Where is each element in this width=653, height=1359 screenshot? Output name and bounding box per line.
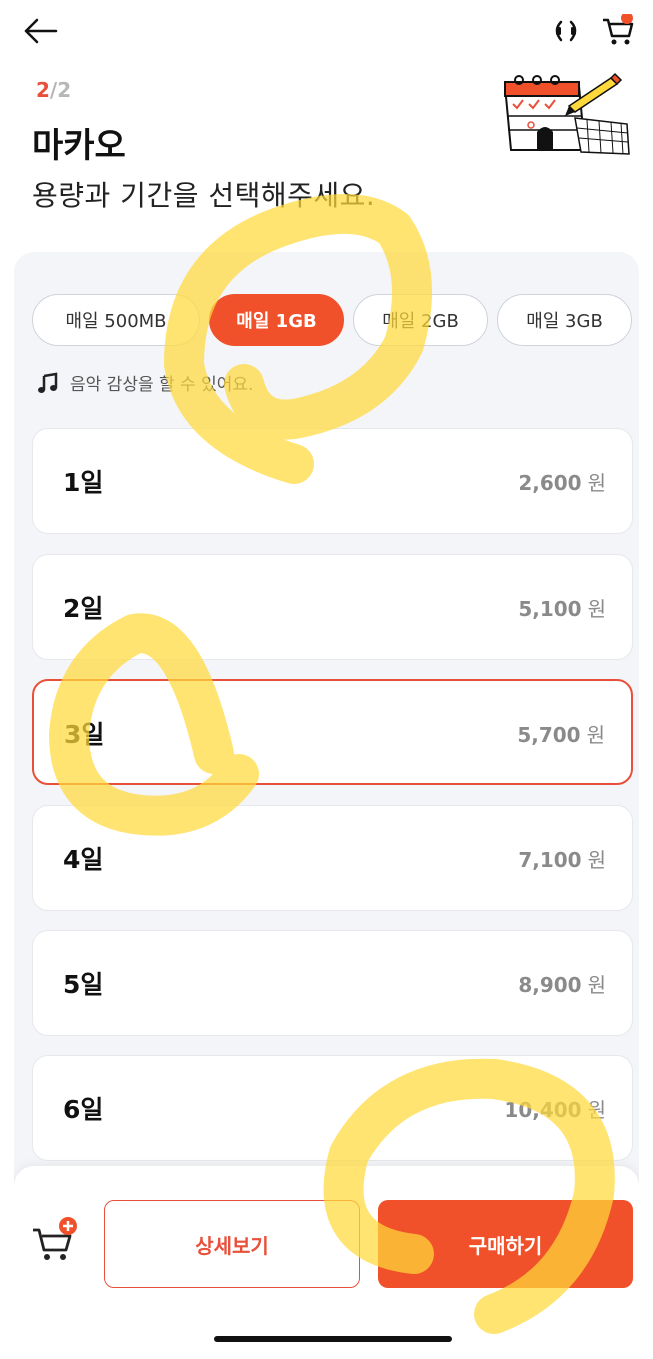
plan-chips: 매일 500MB 매일 1GB 매일 2GB 매일 3GB — [32, 294, 632, 346]
duration-row-3[interactable]: 3일 5,700 원 — [32, 679, 633, 785]
app-screen: 2/2 마카오 용량과 기간을 선택해주세요. 매일 500MB 매일 1GB … — [14, 14, 639, 1345]
price-unit: 원 — [586, 723, 605, 747]
home-indicator — [214, 1336, 452, 1342]
duration-price: 2,600 원 — [518, 467, 606, 496]
plan-note: 음악 감상을 할 수 있어요. — [36, 370, 253, 395]
price-unit: 원 — [587, 471, 606, 495]
duration-price: 7,100 원 — [518, 844, 606, 873]
step-indicator: 2/2 — [36, 78, 71, 102]
duration-day: 2일 — [63, 594, 104, 623]
calendar-pencil-illustration — [503, 72, 630, 155]
duration-day: 3일 — [64, 720, 105, 749]
cart-button[interactable] — [601, 14, 635, 48]
chip-500mb[interactable]: 매일 500MB — [32, 294, 200, 346]
sound-icon — [555, 20, 577, 42]
price-value: 7,100 — [518, 848, 582, 872]
top-bar — [14, 14, 639, 54]
price-unit: 원 — [587, 597, 606, 621]
add-to-cart-button[interactable] — [30, 1216, 78, 1264]
duration-row-5[interactable]: 5일 8,900 원 — [32, 930, 633, 1036]
duration-price: 8,900 원 — [518, 969, 606, 998]
duration-row-6[interactable]: 6일 10,400 원 — [32, 1055, 633, 1161]
page-title: 마카오 — [32, 126, 126, 166]
back-button[interactable] — [20, 16, 60, 46]
chip-1gb[interactable]: 매일 1GB — [209, 294, 344, 346]
step-current: 2 — [36, 78, 50, 102]
duration-day: 1일 — [63, 468, 104, 497]
duration-row-1[interactable]: 1일 2,600 원 — [32, 428, 633, 534]
duration-day: 5일 — [63, 970, 104, 999]
cart-add-icon — [33, 1217, 77, 1260]
duration-row-4[interactable]: 4일 7,100 원 — [32, 805, 633, 911]
price-unit: 원 — [587, 1098, 606, 1122]
plan-note-text: 음악 감상을 할 수 있어요. — [70, 375, 254, 395]
price-value: 10,400 — [504, 1098, 582, 1122]
price-unit: 원 — [587, 973, 606, 997]
duration-day: 6일 — [63, 1095, 104, 1124]
duration-price: 5,700 원 — [517, 719, 605, 748]
duration-price: 10,400 원 — [504, 1094, 606, 1123]
bottom-action-bar: 상세보기 구매하기 — [14, 1166, 639, 1345]
chip-3gb[interactable]: 매일 3GB — [497, 294, 632, 346]
buy-button[interactable]: 구매하기 — [378, 1200, 633, 1288]
sound-button[interactable] — [549, 14, 583, 48]
price-value: 8,900 — [518, 973, 582, 997]
price-value: 5,700 — [517, 723, 581, 747]
duration-price: 5,100 원 — [518, 593, 606, 622]
price-value: 5,100 — [518, 597, 582, 621]
top-actions — [549, 14, 635, 48]
price-unit: 원 — [587, 848, 606, 872]
arrow-left-icon — [24, 18, 58, 44]
page-subtitle: 용량과 기간을 선택해주세요. — [32, 179, 376, 212]
music-note-icon — [38, 372, 58, 393]
price-value: 2,600 — [518, 471, 582, 495]
detail-button[interactable]: 상세보기 — [104, 1200, 360, 1288]
step-total: /2 — [49, 78, 72, 102]
chip-2gb[interactable]: 매일 2GB — [353, 294, 488, 346]
duration-row-2[interactable]: 2일 5,100 원 — [32, 554, 633, 660]
duration-day: 4일 — [63, 845, 104, 874]
